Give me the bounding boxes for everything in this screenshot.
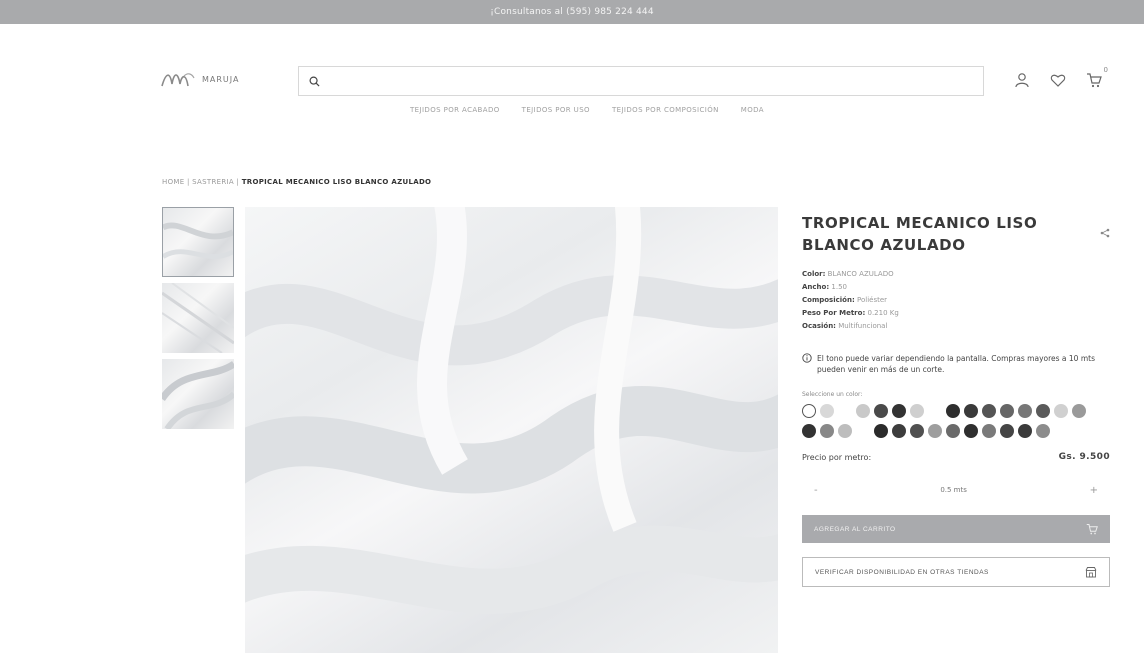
thumbnail-2[interactable] (162, 283, 234, 353)
logo-icon (161, 73, 195, 87)
main-nav: TEJIDOS POR ACABADO TEJIDOS POR USO TEJI… (410, 106, 764, 114)
color-swatch[interactable] (928, 424, 942, 438)
tone-note-text: El tono puede variar dependiendo la pant… (817, 354, 1095, 374)
search-bar[interactable] (298, 66, 984, 96)
color-swatches (802, 404, 1102, 438)
color-select-label: Seleccione un color: (802, 391, 863, 398)
store-icon (1085, 567, 1097, 578)
search-icon[interactable] (309, 76, 320, 87)
product-title: TROPICAL MECANICO LISO BLANCO AZULADO (802, 214, 1038, 254)
account-button[interactable] (1012, 70, 1032, 90)
color-swatch[interactable] (982, 424, 996, 438)
color-swatch[interactable] (1036, 424, 1050, 438)
fabric-thumb-image (162, 360, 234, 429)
header-actions: 0 (1012, 66, 1108, 90)
color-swatch[interactable] (1036, 404, 1050, 418)
quantity-value: 0.5 mts (940, 486, 967, 494)
quantity-decrease-button[interactable]: - (814, 485, 818, 496)
price-row: Precio por metro: Gs. 9.500 (802, 452, 1110, 462)
cart-icon (1086, 524, 1098, 535)
breadcrumb-home[interactable]: HOME (162, 178, 184, 186)
nav-item-moda[interactable]: MODA (741, 106, 764, 114)
color-swatch[interactable] (892, 404, 906, 418)
color-swatch-spacer (838, 404, 852, 418)
wishlist-button[interactable] (1048, 70, 1068, 90)
product-info: TROPICAL MECANICO LISO BLANCO AZULADO Co… (802, 212, 1112, 587)
color-swatch[interactable] (874, 424, 888, 438)
nav-item-tejidos-acabado[interactable]: TEJIDOS POR ACABADO (410, 106, 500, 114)
verify-availability-button[interactable]: VERIFICAR DISPONIBILIDAD EN OTRAS TIENDA… (802, 557, 1110, 587)
nav-item-tejidos-uso[interactable]: TEJIDOS POR USO (522, 106, 590, 114)
color-swatch[interactable] (892, 424, 906, 438)
announcement-text: ¡Consultanos al (595) 985 224 444 (490, 7, 654, 17)
attr-weight: Peso Por Metro: 0.210 Kg (802, 309, 899, 317)
nav-item-tejidos-composicion[interactable]: TEJIDOS POR COMPOSICIÓN (612, 106, 719, 114)
color-swatch[interactable] (910, 404, 924, 418)
breadcrumb-current: TROPICAL MECANICO LISO BLANCO AZULADO (241, 178, 432, 186)
attr-occasion: Ocasión: Multifuncional (802, 322, 888, 330)
color-swatch[interactable] (1018, 404, 1032, 418)
color-swatch[interactable] (1018, 424, 1032, 438)
announcement-bar: ¡Consultanos al (595) 985 224 444 (0, 0, 1144, 24)
color-swatch-spacer (856, 424, 870, 438)
color-swatch[interactable] (820, 404, 834, 418)
product-main-image[interactable] (245, 207, 778, 653)
cart-icon (1087, 73, 1102, 88)
share-icon[interactable] (1100, 228, 1110, 238)
color-swatch[interactable] (910, 424, 924, 438)
thumbnail-1[interactable] (162, 207, 234, 277)
color-swatch[interactable] (1000, 424, 1014, 438)
breadcrumb-section[interactable]: SASTRERIA (192, 178, 234, 186)
color-swatch[interactable] (946, 424, 960, 438)
price-value: Gs. 9.500 (1058, 452, 1110, 462)
breadcrumb-sep: | (186, 178, 190, 186)
attr-color: Color: BLANCO AZULADO (802, 270, 894, 278)
fabric-thumb-image (162, 283, 234, 353)
heart-icon (1050, 74, 1066, 87)
color-swatch[interactable] (856, 404, 870, 418)
color-swatch[interactable] (1054, 404, 1068, 418)
color-swatch[interactable] (1072, 404, 1086, 418)
attr-composition: Composición: Poliéster (802, 296, 888, 304)
cart-count: 0 (1103, 66, 1108, 74)
tone-note: El tono puede variar dependiendo la pant… (802, 353, 1112, 375)
user-icon (1015, 73, 1029, 88)
cart-button[interactable]: 0 (1084, 66, 1108, 90)
brand-logo[interactable]: MARUJA (160, 68, 239, 90)
color-swatch[interactable] (874, 404, 888, 418)
quantity-stepper: - 0.5 mts + (802, 478, 1110, 502)
info-icon (802, 353, 812, 363)
add-to-cart-label: AGREGAR AL CARRITO (814, 525, 896, 533)
thumbnail-list (162, 207, 234, 429)
color-swatch[interactable] (964, 424, 978, 438)
price-label: Precio por metro: (802, 452, 872, 462)
color-swatch-spacer (928, 404, 942, 418)
fabric-thumb-image (163, 222, 233, 259)
color-swatch[interactable] (946, 404, 960, 418)
color-swatch[interactable] (802, 424, 816, 438)
breadcrumb-sep: | (236, 178, 240, 186)
color-swatch[interactable] (982, 404, 996, 418)
color-swatch-selected[interactable] (802, 404, 816, 418)
quantity-increase-button[interactable]: + (1090, 485, 1098, 496)
product-attributes: Color: BLANCO AZULADO Ancho: 1.50 Compos… (802, 268, 1112, 333)
verify-availability-label: VERIFICAR DISPONIBILIDAD EN OTRAS TIENDA… (815, 568, 989, 576)
breadcrumb: HOME | SASTRERIA | TROPICAL MECANICO LIS… (162, 178, 431, 186)
fabric-image (245, 207, 778, 614)
color-swatch[interactable] (838, 424, 852, 438)
attr-width: Ancho: 1.50 (802, 283, 847, 291)
search-input[interactable] (328, 75, 983, 87)
color-swatch[interactable] (1000, 404, 1014, 418)
color-swatch[interactable] (964, 404, 978, 418)
thumbnail-3[interactable] (162, 359, 234, 429)
brand-name: MARUJA (202, 74, 240, 84)
color-swatch[interactable] (820, 424, 834, 438)
add-to-cart-button[interactable]: AGREGAR AL CARRITO (802, 515, 1110, 543)
